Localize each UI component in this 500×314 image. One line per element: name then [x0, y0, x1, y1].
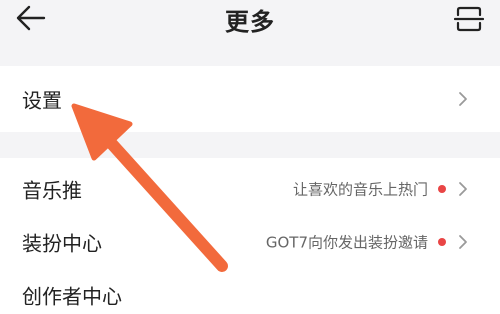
menu-card: 音乐推 让喜欢的音乐上热门 装扮中心 GOT7向你发出装扮邀请 创作者中心: [0, 158, 500, 314]
menu-item-subtitle: GOT7向你发出装扮邀请: [265, 233, 428, 252]
more-screen: 更多 设置 音乐推 让喜欢的音乐上热门 装扮中心 GOT7向你发出装扮邀请 创作…: [0, 0, 500, 314]
chevron-right-icon: [459, 92, 467, 106]
notification-dot: [438, 185, 446, 193]
menu-item-label: 音乐推: [22, 178, 82, 203]
header-bar: 更多: [0, 0, 500, 48]
menu-item-creator-center[interactable]: 创作者中心: [0, 269, 500, 314]
page-title: 更多: [225, 8, 275, 36]
scan-icon[interactable]: [454, 4, 484, 34]
settings-row[interactable]: 设置: [0, 73, 500, 125]
menu-item-subtitle: 让喜欢的音乐上热门: [292, 180, 428, 199]
menu-item-music-promotion[interactable]: 音乐推 让喜欢的音乐上热门: [0, 163, 500, 215]
settings-label: 设置: [22, 88, 62, 113]
chevron-right-icon: [459, 235, 467, 249]
menu-item-theme-center[interactable]: 装扮中心 GOT7向你发出装扮邀请: [0, 216, 500, 268]
settings-card: 设置: [0, 66, 500, 132]
chevron-right-icon: [459, 182, 467, 196]
notification-dot: [438, 238, 446, 246]
menu-item-label: 装扮中心: [22, 231, 102, 256]
menu-item-label: 创作者中心: [22, 284, 122, 309]
